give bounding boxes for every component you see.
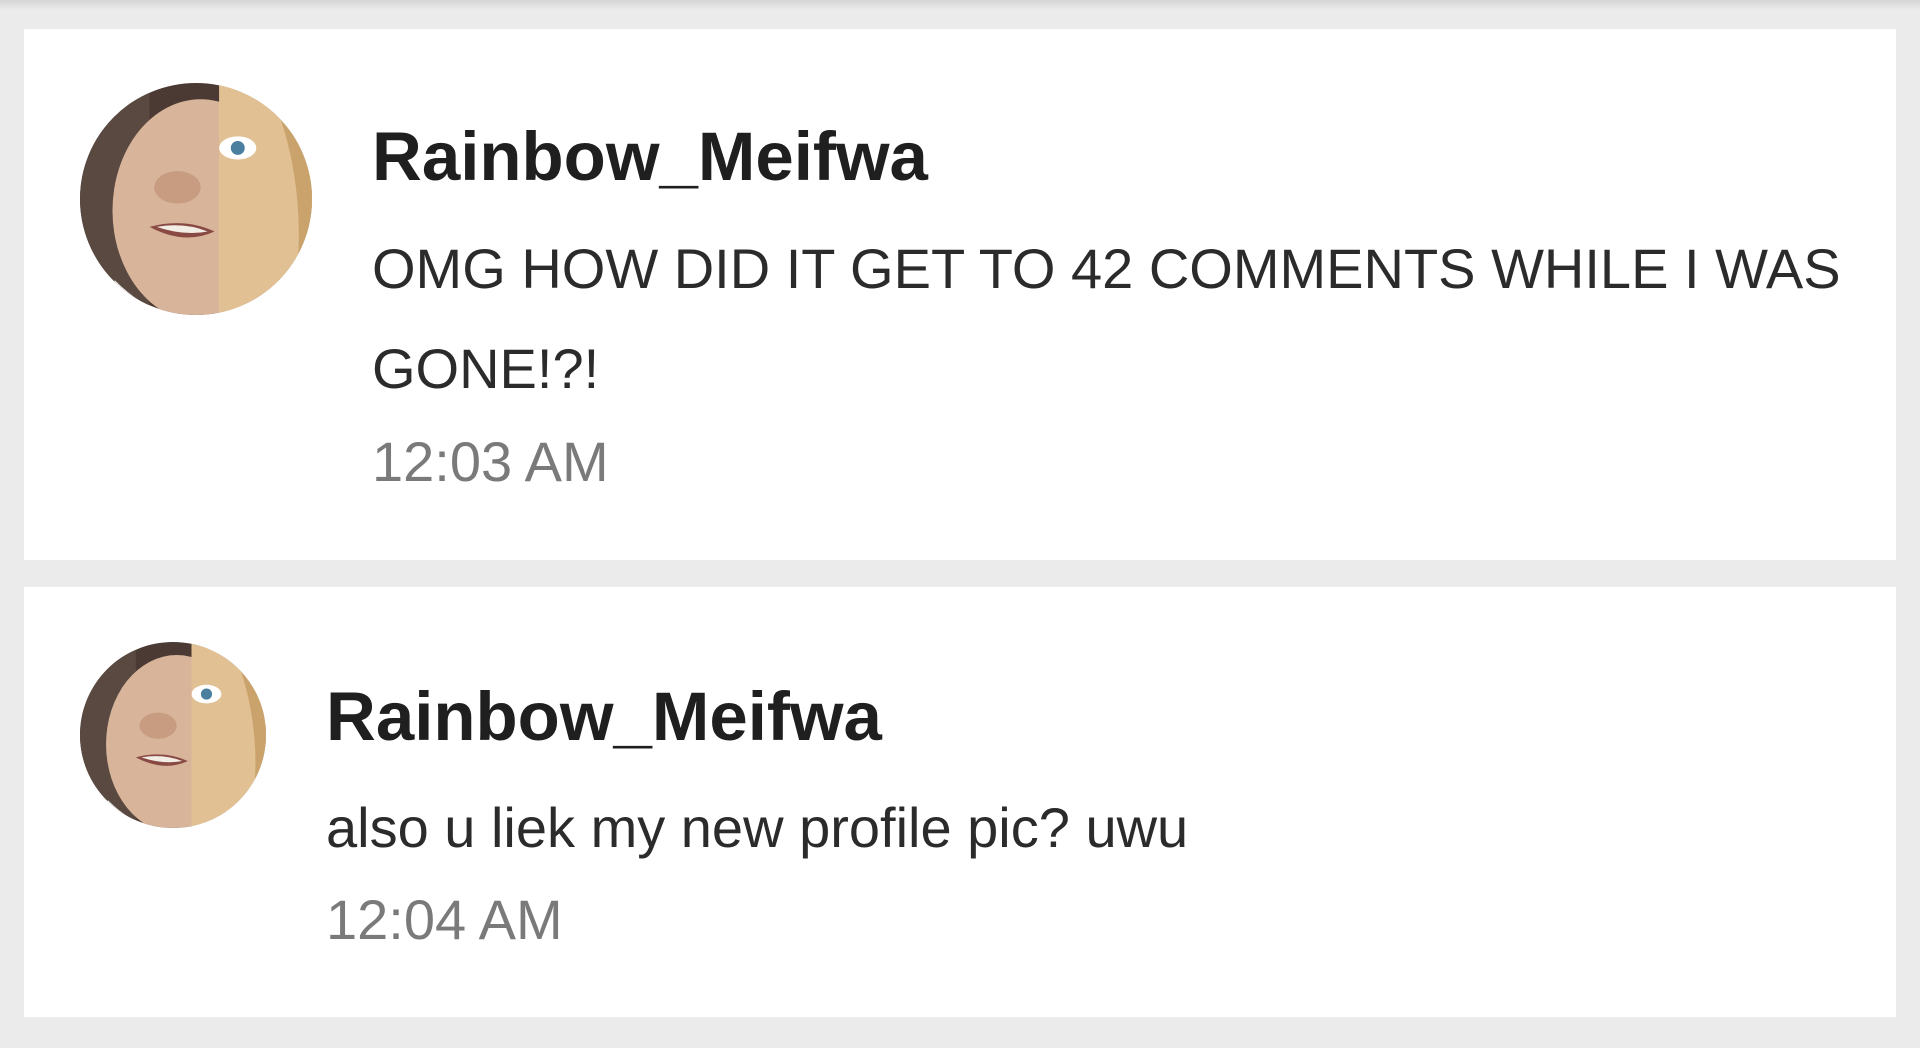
comment-text: also u liek my new profile pic? uwu [326,796,1189,859]
username[interactable]: Rainbow_Meifwa [326,677,882,756]
avatar-image [80,642,266,828]
top-shadow [0,0,1920,10]
username[interactable]: Rainbow_Meifwa [372,117,928,196]
avatar[interactable] [80,642,266,828]
avatar[interactable] [80,83,312,315]
avatar-image [80,83,312,315]
comment-text: OMG HOW DID IT GET TO 42 COMMENTS WHILE … [372,237,1841,400]
comment-card: Rainbow_Meifwa OMG HOW DID IT GET TO 42 … [24,29,1896,560]
timestamp: 12:04 AM [326,888,563,951]
timestamp: 12:03 AM [372,430,609,493]
comment-card: Rainbow_Meifwa also u liek my new profil… [24,587,1896,1017]
